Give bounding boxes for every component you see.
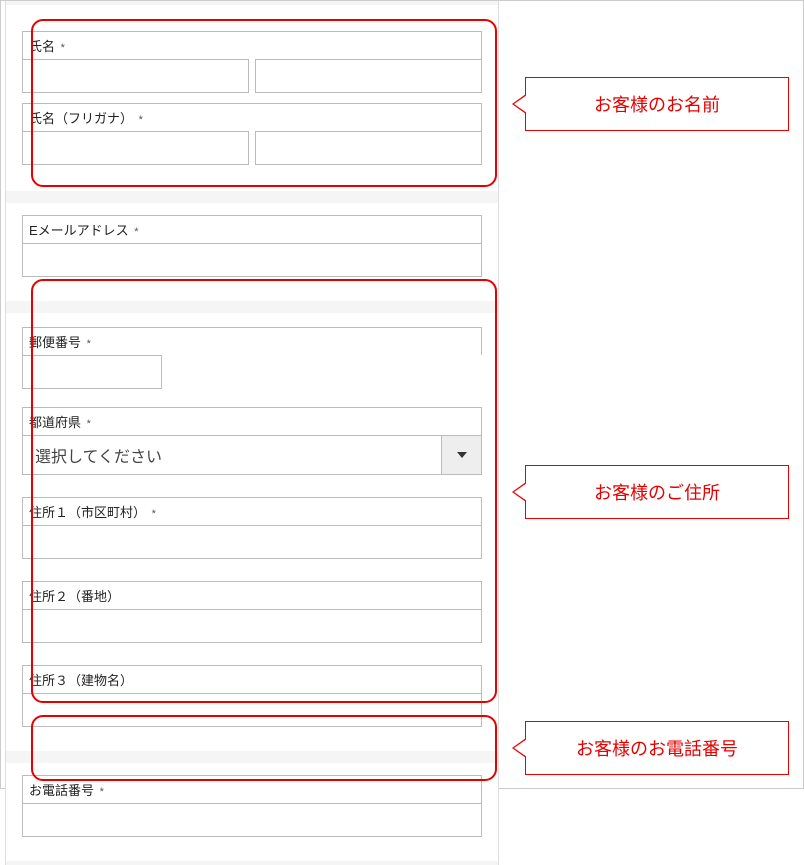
form-column: 氏名 * 氏名（フリガナ） * Eメールアドレス *: [5, 1, 499, 865]
label-text: 住所３（建物名）: [29, 673, 133, 688]
name-first-input[interactable]: [255, 59, 482, 93]
callout-text: お客様のお電話番号: [576, 735, 738, 761]
callout-address: お客様のご住所: [525, 465, 789, 519]
email-field: Eメールアドレス *: [22, 215, 482, 277]
dropdown-button[interactable]: [441, 436, 481, 474]
addr3-field: 住所３（建物名）: [22, 665, 482, 727]
callout-name: お客様のお名前: [525, 77, 789, 131]
postal-label: 郵便番号 *: [22, 327, 482, 355]
phone-label: お電話番号 *: [22, 775, 482, 803]
required-mark: *: [152, 508, 156, 520]
name-field: 氏名 *: [22, 31, 482, 93]
name-section: 氏名 * 氏名（フリガナ） *: [6, 5, 498, 191]
label-text: Eメールアドレス: [29, 223, 129, 238]
phone-section: お電話番号 *: [6, 763, 498, 861]
email-section: Eメールアドレス *: [6, 203, 498, 301]
prefecture-field: 都道府県 * 選択してください: [22, 407, 482, 475]
callout-text: お客様のご住所: [594, 479, 720, 505]
addr1-field: 住所１（市区町村） *: [22, 497, 482, 559]
callout-phone: お客様のお電話番号: [525, 721, 789, 775]
prefecture-select[interactable]: 選択してください: [22, 435, 482, 475]
addr3-input[interactable]: [22, 693, 482, 727]
name-kana-field: 氏名（フリガナ） *: [22, 103, 482, 165]
required-mark: *: [134, 226, 138, 238]
label-text: お電話番号: [29, 783, 94, 798]
postal-input[interactable]: [22, 355, 162, 389]
addr1-input[interactable]: [22, 525, 482, 559]
name-kana-first-input[interactable]: [255, 131, 482, 165]
required-mark: *: [87, 338, 91, 350]
label-text: 都道府県: [29, 415, 81, 430]
required-mark: *: [87, 418, 91, 430]
email-input[interactable]: [22, 243, 482, 277]
addr3-label: 住所３（建物名）: [22, 665, 482, 693]
select-value: 選択してください: [23, 443, 441, 467]
email-label: Eメールアドレス *: [22, 215, 482, 243]
callout-text: お客様のお名前: [594, 91, 720, 117]
label-text: 氏名: [29, 39, 55, 54]
required-mark: *: [61, 42, 65, 54]
chevron-down-icon: [457, 452, 467, 458]
phone-input[interactable]: [22, 803, 482, 837]
name-kana-label: 氏名（フリガナ） *: [22, 103, 482, 131]
name-last-input[interactable]: [22, 59, 249, 93]
label-text: 住所２（番地）: [29, 589, 120, 604]
addr1-label: 住所１（市区町村） *: [22, 497, 482, 525]
addr2-label: 住所２（番地）: [22, 581, 482, 609]
address-section: 郵便番号 * 都道府県 * 選択してください 住所１（市区町村） *: [6, 313, 498, 751]
label-text: 住所１（市区町村）: [29, 505, 146, 520]
required-mark: *: [139, 114, 143, 126]
name-label: 氏名 *: [22, 31, 482, 59]
name-kana-last-input[interactable]: [22, 131, 249, 165]
label-text: 郵便番号: [29, 335, 81, 350]
prefecture-label: 都道府県 *: [22, 407, 482, 435]
addr2-field: 住所２（番地）: [22, 581, 482, 643]
required-mark: *: [100, 786, 104, 798]
postal-field: 郵便番号 *: [22, 327, 482, 389]
phone-field: お電話番号 *: [22, 775, 482, 837]
addr2-input[interactable]: [22, 609, 482, 643]
label-text: 氏名（フリガナ）: [29, 111, 133, 126]
